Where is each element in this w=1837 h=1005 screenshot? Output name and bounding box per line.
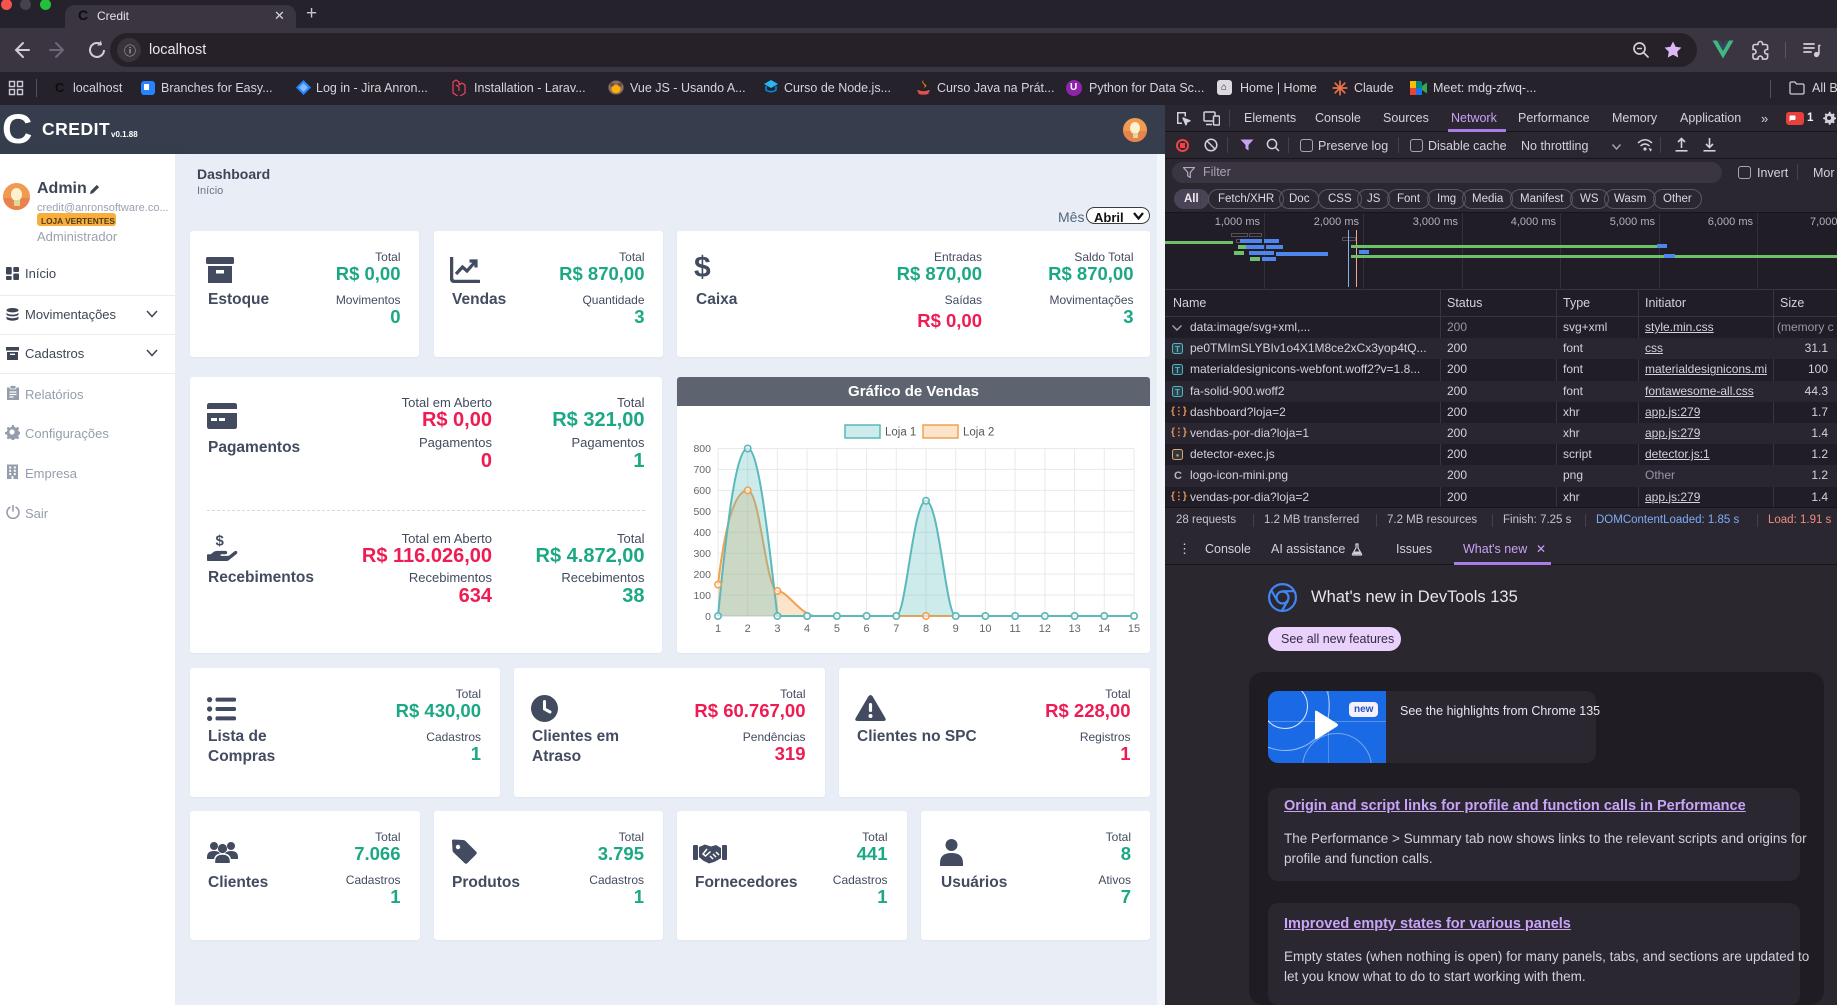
svg-text:4: 4 (804, 623, 810, 635)
svg-text:200: 200 (693, 569, 711, 581)
svg-text:$: $ (216, 533, 225, 550)
svg-text:12: 12 (1039, 623, 1051, 635)
svg-text:600: 600 (693, 485, 711, 497)
svg-text:0: 0 (705, 611, 711, 623)
svg-text:11: 11 (1009, 623, 1020, 635)
svg-text:14: 14 (1098, 623, 1110, 635)
svg-text:13: 13 (1068, 623, 1080, 635)
svg-text:Loja 2: Loja 2 (963, 427, 994, 439)
svg-text:300: 300 (693, 548, 711, 560)
svg-text:100: 100 (693, 590, 711, 602)
svg-text:Loja 1: Loja 1 (885, 427, 916, 439)
svg-text:7: 7 (893, 623, 899, 635)
svg-text:6: 6 (864, 623, 870, 635)
svg-text:10: 10 (979, 623, 991, 635)
svg-text:700: 700 (693, 464, 711, 476)
svg-text:2: 2 (745, 623, 751, 635)
svg-text:3: 3 (774, 623, 780, 635)
svg-text:500: 500 (693, 506, 711, 518)
svg-text:5: 5 (834, 623, 840, 635)
svg-text:1: 1 (715, 623, 721, 635)
svg-text:400: 400 (693, 527, 711, 539)
svg-text:9: 9 (953, 623, 959, 635)
svg-text:800: 800 (693, 443, 711, 455)
svg-text:8: 8 (923, 623, 929, 635)
svg-text:15: 15 (1128, 623, 1140, 635)
